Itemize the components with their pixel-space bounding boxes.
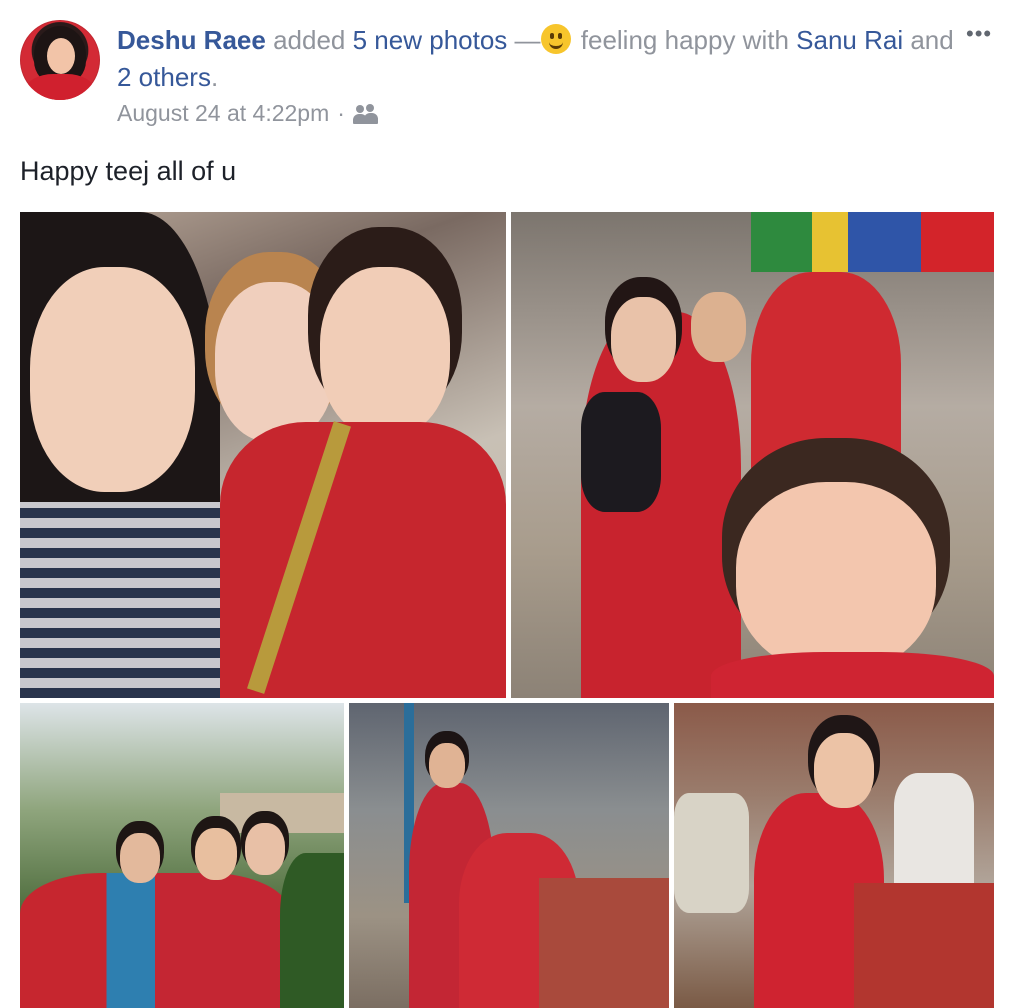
photo-2[interactable]	[511, 212, 994, 698]
timestamp-link[interactable]: August 24 at 4:22pm	[117, 100, 329, 127]
friends-audience-icon[interactable]	[352, 103, 379, 124]
photo-2-umbrella	[751, 212, 994, 272]
photo-5-offerings	[854, 883, 994, 1008]
photo-3[interactable]	[20, 703, 344, 1008]
photo-2-woman-left-top	[581, 392, 661, 512]
photo-1[interactable]	[20, 212, 506, 698]
photo-2-face-back	[691, 292, 746, 362]
photo-5-face	[814, 733, 874, 808]
and-text: and	[910, 25, 954, 55]
photo-2-front-dress	[711, 652, 994, 698]
avatar-dress	[26, 74, 94, 100]
photo-5[interactable]	[674, 703, 994, 1008]
photos-link[interactable]: 5 new photos	[353, 25, 508, 55]
photo-2-face-left	[611, 297, 676, 382]
photo-3-group	[20, 873, 290, 1008]
photo-3-face-3	[245, 823, 285, 875]
photo-3-roof	[220, 793, 344, 833]
added-text: added	[273, 25, 346, 55]
photo-1-face-right	[320, 267, 450, 437]
more-options-icon[interactable]: •••	[966, 23, 998, 45]
photo-1-shirt	[20, 502, 220, 698]
post-header: Deshu Raee added 5 new photos — feeling …	[117, 22, 957, 96]
avatar-face	[47, 38, 75, 74]
photo-4[interactable]	[349, 703, 669, 1008]
photo-5-man	[894, 773, 974, 883]
photo-1-face-left	[30, 267, 195, 492]
photo-3-face-1	[120, 833, 160, 883]
others-link[interactable]: 2 others	[117, 62, 211, 92]
photo-5-sacks	[674, 793, 749, 913]
photo-4-face-standing	[429, 743, 465, 788]
meta-separator: ·	[337, 100, 345, 126]
tagged-person-link[interactable]: Sanu Rai	[796, 25, 903, 55]
photo-3-face-2	[195, 828, 237, 880]
author-name-link[interactable]: Deshu Raee	[117, 25, 266, 55]
post-meta: August 24 at 4:22pm ·	[117, 100, 379, 127]
photo-2-woman-back	[751, 272, 901, 502]
period-text: .	[210, 62, 219, 92]
post-caption: Happy teej all of u	[20, 156, 237, 186]
author-avatar[interactable]	[20, 20, 100, 100]
smiley-icon	[540, 24, 571, 54]
photo-1-face-mid	[215, 282, 335, 442]
dash-text: —	[514, 25, 541, 55]
photo-3-bush	[280, 853, 344, 1008]
photo-4-altar	[539, 878, 669, 1008]
feeling-text: feeling happy with	[580, 25, 789, 55]
photo-2-face-front	[736, 482, 936, 672]
